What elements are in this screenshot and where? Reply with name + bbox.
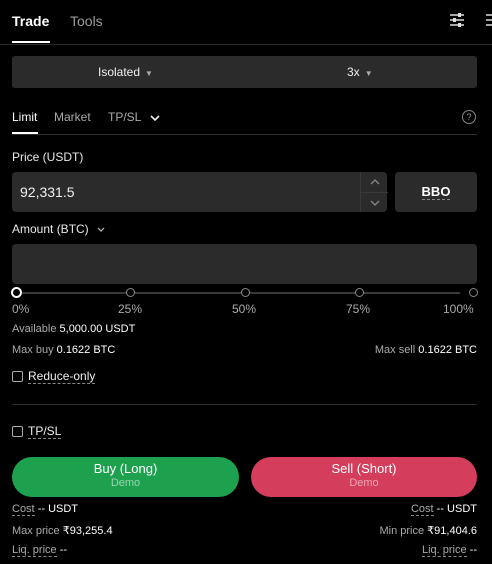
buy-long-button[interactable]: Buy (Long) Demo	[12, 457, 239, 497]
chevron-down-icon	[150, 115, 160, 121]
slider-mark-100[interactable]	[469, 288, 478, 297]
reduce-only-checkbox[interactable]	[12, 371, 23, 382]
available-label: Available	[12, 323, 57, 335]
slider-tick-label: 0%	[12, 302, 30, 316]
buy-cost-label: Cost	[12, 503, 35, 516]
slider-mark-25[interactable]	[126, 288, 135, 297]
available-info: Available 5,000.00 USDT	[12, 323, 135, 335]
max-buy-value: 0.1622 BTC	[56, 344, 116, 356]
buy-max-price-label: Max price	[12, 525, 60, 537]
max-sell-info: Max sell 0.1622 BTC	[375, 344, 477, 356]
order-tab-limit[interactable]: Limit	[12, 110, 37, 124]
leverage-value: 3x	[347, 65, 360, 79]
sell-button-sub: Demo	[349, 477, 379, 489]
decrement-icon[interactable]	[361, 192, 388, 213]
amount-input[interactable]	[12, 244, 477, 284]
amount-slider-track[interactable]	[16, 292, 460, 294]
max-buy-label: Max buy	[12, 344, 54, 356]
sell-liq-price-info: Liq. price --	[421, 544, 477, 557]
tab-tools[interactable]: Tools	[70, 13, 103, 29]
price-input-value: 92,331.5	[20, 184, 75, 200]
help-icon[interactable]: ?	[462, 110, 476, 124]
max-sell-label: Max sell	[374, 344, 416, 356]
sell-cost-value: -- USDT	[436, 503, 477, 515]
available-value: 5,000.00 USDT	[59, 323, 136, 335]
tpsl-label[interactable]: TP/SL	[28, 424, 62, 439]
menu-icon[interactable]	[485, 12, 492, 32]
bbo-label: BBO	[421, 184, 451, 200]
caret-down-icon: ▼	[145, 69, 153, 78]
margin-mode-value: Isolated	[98, 65, 141, 79]
sliders-icon[interactable]	[449, 12, 465, 32]
buy-liq-label: Liq. price	[12, 544, 57, 557]
buy-button-label: Buy (Long)	[93, 461, 158, 476]
section-divider	[12, 404, 477, 405]
max-buy-info: Max buy 0.1622 BTC	[12, 344, 115, 356]
sell-min-price-label: Min price	[379, 525, 425, 537]
tpsl-checkbox[interactable]	[12, 426, 23, 437]
buy-cost-info: Cost -- USDT	[12, 503, 79, 516]
buy-max-price-value: ₹93,255.4	[62, 525, 113, 537]
slider-tick-label: 25%	[118, 302, 143, 316]
tab-trade[interactable]: Trade	[12, 13, 49, 29]
sell-min-price-info: Min price ₹91,404.6	[379, 524, 477, 537]
chevron-down-icon	[97, 227, 105, 233]
tab-active-indicator	[12, 41, 50, 43]
price-label: Price (USDT)	[12, 150, 84, 164]
order-tabs-divider	[12, 134, 477, 135]
max-sell-value: 0.1622 BTC	[418, 344, 477, 356]
amount-slider-thumb[interactable]	[11, 287, 22, 298]
amount-label: Amount (BTC)	[12, 222, 89, 236]
slider-mark-75[interactable]	[355, 288, 364, 297]
slider-tick-label: 100%	[443, 302, 474, 316]
amount-select[interactable]: Amount (BTC)	[12, 222, 105, 236]
buy-liq-value: --	[59, 544, 68, 556]
sell-liq-value: --	[469, 544, 477, 556]
sell-button-label: Sell (Short)	[331, 461, 397, 476]
slider-tick-label: 50%	[232, 302, 257, 316]
increment-icon[interactable]	[361, 172, 388, 192]
sell-cost-label: Cost	[410, 503, 434, 516]
price-stepper	[360, 172, 388, 212]
slider-tick-label: 75%	[346, 302, 371, 316]
caret-down-icon: ▼	[364, 69, 373, 78]
buy-max-price-info: Max price ₹93,255.4	[12, 524, 113, 537]
order-tab-tpsl[interactable]: TP/SL	[108, 110, 160, 124]
order-tab-market[interactable]: Market	[54, 110, 91, 124]
buy-cost-value: -- USDT	[37, 503, 79, 515]
margin-mode-bar	[12, 56, 477, 88]
sell-liq-label: Liq. price	[421, 544, 467, 557]
sell-min-price-value: ₹91,404.6	[427, 525, 477, 537]
slider-mark-50[interactable]	[241, 288, 250, 297]
bbo-button[interactable]: BBO	[395, 172, 477, 212]
reduce-only-label[interactable]: Reduce-only	[28, 369, 96, 384]
margin-mode-select[interactable]: Isolated ▼	[98, 65, 153, 79]
buy-button-sub: Demo	[110, 477, 141, 489]
buy-liq-price-info: Liq. price --	[12, 544, 68, 557]
leverage-select[interactable]: 3x ▼	[347, 65, 373, 79]
order-tab-tpsl-label: TP/SL	[108, 110, 141, 124]
sell-short-button[interactable]: Sell (Short) Demo	[251, 457, 477, 497]
sell-cost-info: Cost -- USDT	[410, 503, 477, 516]
